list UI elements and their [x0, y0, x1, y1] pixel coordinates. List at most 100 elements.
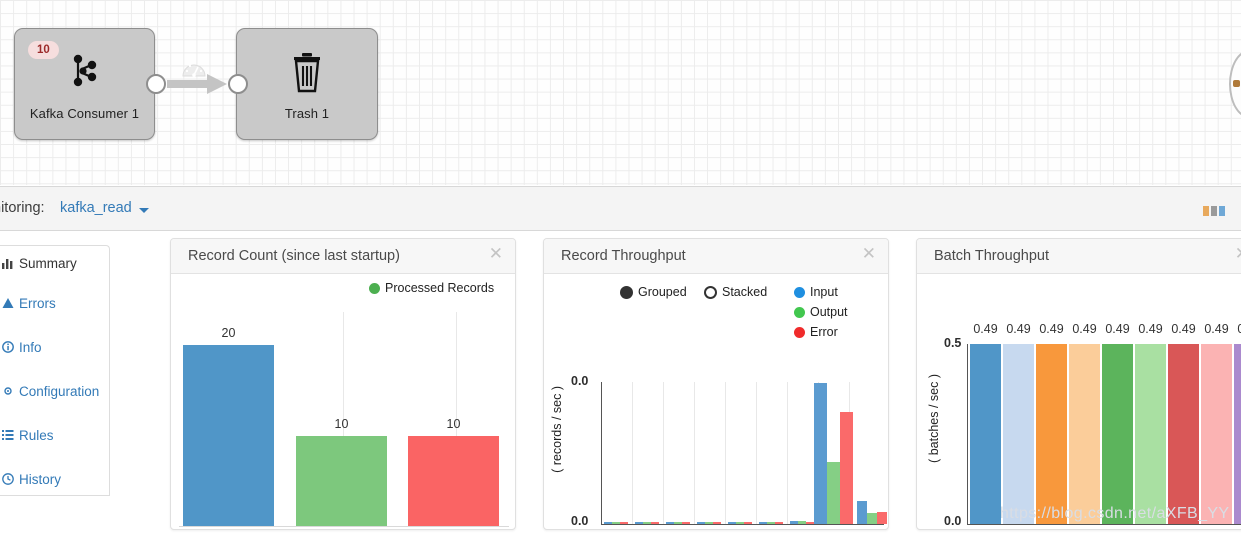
close-icon[interactable]: ✕ [489, 245, 503, 263]
bar-value-label: 10 [334, 417, 349, 431]
x-tick-label: Error [408, 529, 499, 530]
bar-output[interactable] [736, 522, 744, 524]
legend-item-input[interactable]: Input [794, 285, 838, 299]
radio-label: Grouped [638, 285, 687, 299]
bar-value-label: 0.49 [1105, 322, 1130, 336]
gridline [632, 382, 633, 524]
bar-value-label: 0.49 [1234, 322, 1241, 336]
legend-swatch [794, 286, 805, 298]
bar-error[interactable] [651, 522, 659, 524]
sidebar-item-info[interactable]: Info [2, 337, 42, 357]
bar-error[interactable] [713, 522, 721, 524]
legend-item-error[interactable]: Error [794, 325, 838, 339]
gridline [725, 382, 726, 524]
chart-record-throughput: Grouped Stacked Input Output Error ( rec… [544, 274, 888, 529]
bar-input[interactable] [814, 383, 827, 524]
legend-item[interactable]: Processed Records [369, 281, 494, 295]
bar-input[interactable] [728, 522, 736, 524]
sidebar-item-list: Errors Info Configuration Rules History [0, 281, 110, 496]
bar-error[interactable] [682, 522, 690, 524]
bar-output[interactable] [798, 521, 806, 524]
bar-error[interactable] [775, 522, 783, 524]
x-tick-label: Input [183, 529, 274, 530]
close-icon[interactable]: ✕ [1235, 245, 1241, 263]
y-axis-title: ( records / sec ) [550, 386, 564, 473]
panel-record-throughput: Record Throughput ✕ Grouped Stacked Inpu… [543, 238, 889, 530]
bar-input[interactable] [697, 522, 705, 524]
bar-mean[interactable] [1234, 344, 1241, 524]
bar-error[interactable] [877, 512, 887, 524]
bar-output[interactable] [767, 522, 775, 524]
bar-5m[interactable] [1003, 344, 1034, 524]
sidebar-item-configuration[interactable]: Configuration [2, 381, 99, 401]
bar-output[interactable] [867, 513, 877, 524]
legend-item-output[interactable]: Output [794, 305, 848, 319]
close-icon[interactable]: ✕ [862, 245, 876, 263]
node-input-port[interactable] [228, 74, 248, 94]
trash-icon [237, 51, 377, 98]
kafka-icon [15, 51, 154, 96]
bar-input[interactable] [183, 345, 274, 526]
bar-1d[interactable] [1201, 344, 1232, 524]
bar-input[interactable] [604, 522, 612, 524]
bar-error[interactable] [806, 522, 814, 524]
monitoring-label: nitoring: [0, 200, 45, 216]
x-tick-label: 1m [966, 529, 1006, 530]
bar-1m[interactable] [970, 344, 1001, 524]
bar-output[interactable] [612, 522, 620, 524]
x-tick-label: 1d [809, 528, 849, 529]
offscreen-node-dot [1233, 80, 1240, 87]
bar-6h[interactable] [1135, 344, 1166, 524]
bar-error[interactable] [840, 412, 853, 524]
bar-error[interactable] [408, 436, 499, 526]
bar-input[interactable] [790, 521, 798, 524]
sidebar-item-summary[interactable]: Summary [0, 245, 110, 281]
bar-30m[interactable] [1069, 344, 1100, 524]
bar-error[interactable] [744, 522, 752, 524]
sidebar-item-label: Rules [19, 427, 54, 443]
page-title: Batch Throughput [934, 248, 1050, 264]
y-tick-label: 0.5 [944, 336, 962, 350]
pipeline-canvas[interactable]: 10 Kafka Consumer 1 Trash 1 [0, 0, 1241, 185]
page-title: Record Count (since last startup) [188, 248, 400, 264]
radio-icon [620, 285, 633, 299]
bar-value-label: 20 [221, 326, 236, 340]
rules-icon [2, 429, 14, 441]
sidebar-item-history[interactable]: History [2, 469, 61, 489]
monitoring-pipeline-link[interactable]: kafka_read [60, 200, 132, 216]
bar-output[interactable] [827, 462, 840, 524]
pipeline-node-trash[interactable]: Trash 1 [236, 28, 378, 140]
monitor-sidebar: Summary Errors Info Configuration Rules … [0, 232, 110, 533]
bar-15m[interactable] [1036, 344, 1067, 524]
more-options-icon[interactable] [1203, 206, 1225, 216]
bar-input[interactable] [635, 522, 643, 524]
x-tick-label: 5m [620, 528, 660, 529]
info-icon [2, 341, 14, 353]
bar-12h[interactable] [1168, 344, 1199, 524]
node-output-port[interactable] [146, 74, 166, 94]
radio-grouped[interactable]: Grouped [620, 285, 687, 299]
legend-label: Processed Records [385, 281, 495, 295]
gridline [694, 382, 695, 524]
sidebar-item-label: History [19, 471, 62, 487]
x-tick-label: Output [296, 529, 387, 530]
pipeline-node-kafka-consumer[interactable]: 10 Kafka Consumer 1 [14, 28, 155, 140]
panel-header: Record Throughput ✕ [544, 239, 888, 274]
errors-icon [2, 297, 14, 309]
radio-stacked[interactable]: Stacked [704, 285, 767, 299]
bar-input[interactable] [666, 522, 674, 524]
sidebar-item-errors[interactable]: Errors [2, 293, 56, 313]
bar-output[interactable] [674, 522, 682, 524]
bar-output[interactable] [705, 522, 713, 524]
bar-1h[interactable] [1102, 344, 1133, 524]
chevron-down-icon[interactable] [139, 208, 149, 213]
bar-input[interactable] [857, 501, 867, 524]
bar-value-label: 10 [446, 417, 461, 431]
bar-input[interactable] [759, 522, 767, 524]
bar-error[interactable] [620, 522, 628, 524]
sidebar-item-rules[interactable]: Rules [2, 425, 54, 445]
panel-header: Record Count (since last startup) ✕ [171, 239, 515, 274]
bar-output[interactable] [643, 522, 651, 524]
bar-output[interactable] [296, 436, 387, 526]
y-axis-line [601, 382, 602, 525]
